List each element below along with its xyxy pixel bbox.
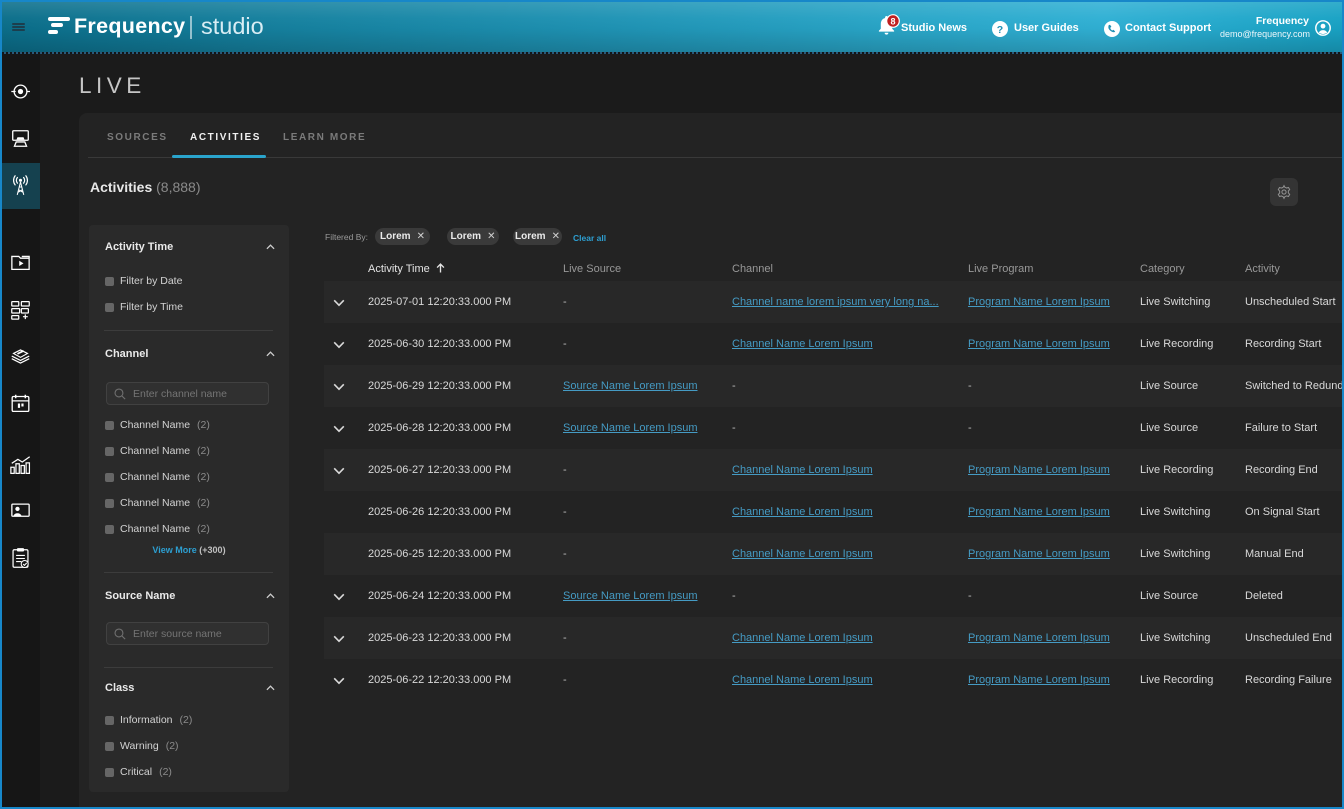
svg-text:8: 8 bbox=[890, 16, 895, 26]
svg-text:?: ? bbox=[997, 24, 1003, 36]
